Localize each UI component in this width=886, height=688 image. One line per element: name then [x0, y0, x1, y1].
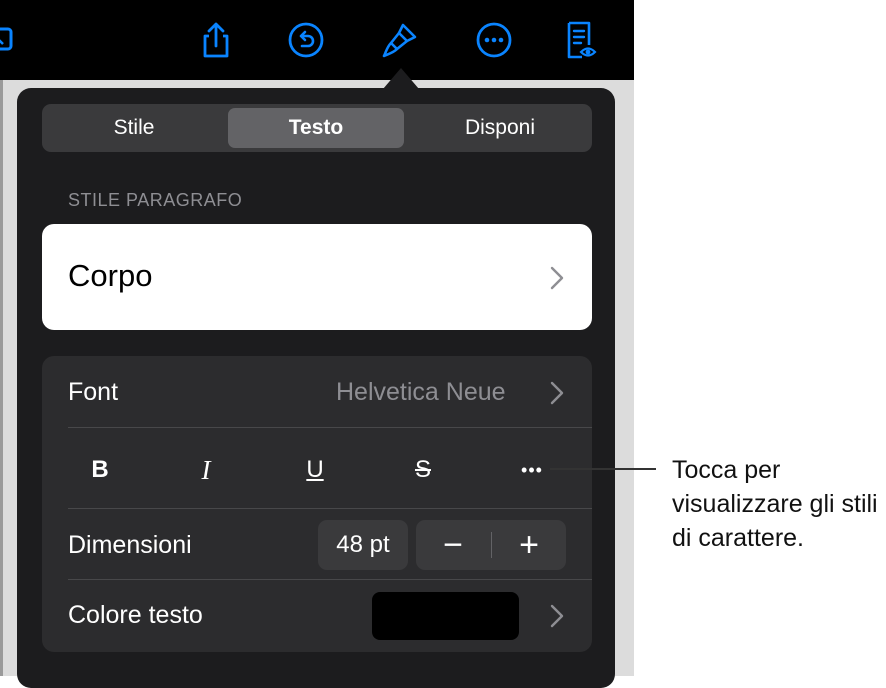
font-value[interactable]: Helvetica Neue	[336, 378, 506, 407]
text-color-label: Colore testo	[68, 601, 203, 629]
share-icon[interactable]	[196, 20, 236, 60]
strikethrough-button[interactable]: S	[403, 450, 443, 490]
decrease-size-button[interactable]: −	[416, 520, 490, 570]
format-tabs: Stile Testo Disponi	[42, 104, 592, 152]
more-styles-button[interactable]: •••	[512, 450, 552, 490]
size-stepper: − +	[416, 520, 566, 570]
chevron-right-icon[interactable]	[550, 381, 564, 405]
paragraph-style-row[interactable]: Corpo	[42, 224, 592, 330]
more-icon[interactable]	[474, 20, 514, 60]
font-label: Font	[68, 378, 119, 406]
increase-size-button[interactable]: +	[492, 520, 566, 570]
text-color-swatch[interactable]	[372, 592, 519, 640]
format-brush-icon[interactable]	[380, 20, 420, 60]
undo-icon[interactable]	[286, 20, 326, 60]
callout-text: Tocca per visualizzare gli stili di cara…	[672, 456, 878, 552]
tab-stile[interactable]: Stile	[46, 108, 222, 148]
media-icon[interactable]	[0, 20, 22, 60]
divider	[68, 579, 592, 580]
chevron-right-icon	[550, 266, 564, 290]
tab-disponi[interactable]: Disponi	[412, 108, 588, 148]
italic-button[interactable]: I	[186, 450, 226, 490]
reader-view-icon[interactable]	[561, 20, 601, 60]
underline-button[interactable]: U	[295, 450, 335, 490]
paragraph-style-value: Corpo	[68, 258, 153, 293]
divider	[68, 508, 592, 509]
document-edge	[0, 80, 3, 676]
size-label: Dimensioni	[68, 531, 192, 559]
paragraph-style-section-title: STILE PARAGRAFO	[68, 190, 243, 210]
popover-arrow	[383, 68, 419, 89]
tab-testo[interactable]: Testo	[228, 108, 404, 148]
divider	[68, 427, 592, 428]
toolbar	[0, 0, 634, 80]
size-value-field[interactable]: 48 pt	[318, 520, 408, 570]
callout-line	[550, 468, 656, 470]
chevron-right-icon[interactable]	[550, 604, 564, 628]
bold-button[interactable]: B	[80, 450, 120, 490]
